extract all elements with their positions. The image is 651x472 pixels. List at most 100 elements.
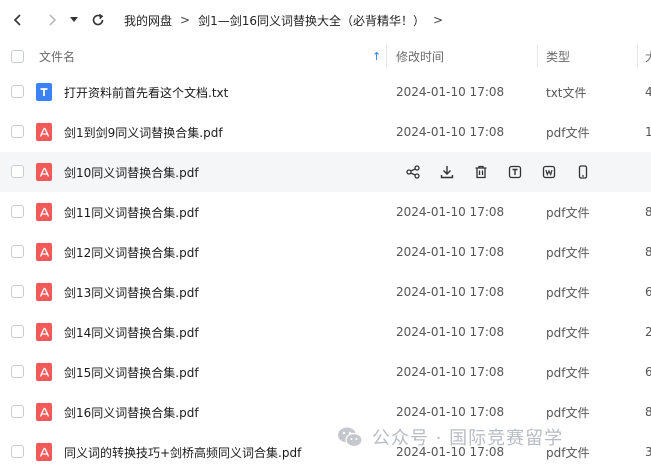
- row-checkbox[interactable]: [11, 405, 24, 418]
- file-row[interactable]: 剑12同义词替换合集.pdf 2024-01-10 17:08 pdf文件 8: [0, 232, 651, 272]
- file-type: pdf文件: [546, 325, 590, 340]
- file-modified-time: 2024-01-10 17:08: [396, 405, 505, 419]
- file-modified-time: 2024-01-10 17:08: [396, 85, 505, 99]
- column-header-modified[interactable]: 修改时间: [396, 48, 444, 65]
- file-row[interactable]: 剑14同义词替换合集.pdf 2024-01-10 17:08 pdf文件 2: [0, 312, 651, 352]
- watermark: 公众号 · 国际竞赛留学: [336, 423, 563, 451]
- delete-button[interactable]: [464, 162, 498, 182]
- file-row[interactable]: 剑10同义词替换合集.pdf: [0, 152, 651, 192]
- word-button[interactable]: [532, 162, 566, 182]
- back-button[interactable]: [6, 8, 30, 32]
- file-row[interactable]: 剑13同义词替换合集.pdf 2024-01-10 17:08 pdf文件 6: [0, 272, 651, 312]
- file-type: pdf文件: [546, 205, 590, 220]
- file-name[interactable]: 剑14同义词替换合集.pdf: [64, 324, 199, 341]
- pdf-file-icon: [36, 323, 52, 341]
- sort-ascending-icon[interactable]: ↑: [372, 50, 381, 63]
- share-button[interactable]: [396, 162, 430, 182]
- pdf-file-icon: [36, 403, 52, 421]
- refresh-icon: [92, 13, 104, 26]
- chevron-right-icon: [49, 14, 57, 26]
- breadcrumb-item[interactable]: 剑1—剑16同义词替换大全（必背精华！）: [198, 12, 425, 29]
- chevron-left-icon: [13, 14, 21, 26]
- column-header-type[interactable]: 类型: [546, 48, 570, 65]
- watermark-text: 公众号 · 国际竞赛留学: [372, 428, 564, 449]
- file-size: 8: [645, 245, 651, 259]
- file-size: 6: [645, 365, 651, 379]
- file-name[interactable]: 剑13同义词替换合集.pdf: [64, 284, 199, 301]
- file-modified-time: 2024-01-10 17:08: [396, 125, 505, 139]
- row-checkbox[interactable]: [11, 325, 24, 338]
- breadcrumb-separator-icon: >: [432, 13, 444, 27]
- file-name[interactable]: 剑15同义词替换合集.pdf: [64, 364, 199, 381]
- text-icon: [508, 165, 522, 179]
- toolbar: 我的网盘 > 剑1—剑16同义词替换大全（必背精华！） >: [0, 0, 651, 40]
- breadcrumb-separator-icon: >: [180, 13, 191, 27]
- file-type: txt文件: [546, 85, 587, 100]
- pdf-file-icon: [36, 123, 52, 141]
- file-modified-time: 2024-01-10 17:08: [396, 205, 505, 219]
- download-icon: [440, 165, 454, 179]
- pdf-file-icon: [36, 443, 52, 461]
- caret-down-icon: [70, 17, 78, 22]
- file-type: pdf文件: [546, 405, 590, 420]
- pdf-file-icon: [36, 163, 52, 181]
- file-size: 4: [645, 85, 651, 99]
- column-divider[interactable]: [386, 45, 387, 67]
- breadcrumb-item[interactable]: 我的网盘: [124, 12, 172, 29]
- file-name[interactable]: 打开资料前首先看这个文档.txt: [64, 84, 228, 101]
- row-checkbox[interactable]: [11, 445, 24, 458]
- refresh-button[interactable]: [86, 8, 110, 32]
- column-divider[interactable]: [637, 45, 638, 67]
- row-checkbox[interactable]: [11, 245, 24, 258]
- file-size: 1: [645, 125, 651, 139]
- file-modified-time: 2024-01-10 17:08: [396, 365, 505, 379]
- row-checkbox[interactable]: [11, 205, 24, 218]
- file-type: pdf文件: [546, 365, 590, 380]
- share-icon: [406, 165, 420, 179]
- mobile-button[interactable]: [566, 162, 600, 182]
- text-button[interactable]: [498, 162, 532, 182]
- pdf-file-icon: [36, 283, 52, 301]
- file-size: 8: [645, 205, 651, 219]
- row-checkbox[interactable]: [11, 165, 24, 178]
- file-modified-time: 2024-01-10 17:08: [396, 325, 505, 339]
- file-row[interactable]: 剑15同义词替换合集.pdf 2024-01-10 17:08 pdf文件 6: [0, 352, 651, 392]
- forward-button[interactable]: [40, 8, 64, 32]
- row-checkbox[interactable]: [11, 125, 24, 138]
- file-size: 3: [645, 445, 651, 459]
- download-button[interactable]: [430, 162, 464, 182]
- row-checkbox[interactable]: [11, 365, 24, 378]
- column-divider[interactable]: [537, 45, 538, 67]
- file-row[interactable]: 剑11同义词替换合集.pdf 2024-01-10 17:08 pdf文件 8: [0, 192, 651, 232]
- txt-file-icon: [36, 83, 52, 101]
- file-list-header: 文件名 ↑ 修改时间 类型 大: [0, 40, 651, 72]
- file-type: pdf文件: [546, 125, 590, 140]
- file-row[interactable]: 剑1到剑9同义词替换合集.pdf 2024-01-10 17:08 pdf文件 1: [0, 112, 651, 152]
- delete-icon: [474, 165, 488, 179]
- pdf-file-icon: [36, 243, 52, 261]
- file-name[interactable]: 剑10同义词替换合集.pdf: [64, 164, 199, 181]
- file-type: pdf文件: [546, 285, 590, 300]
- word-icon: [542, 165, 556, 179]
- file-name[interactable]: 剑16同义词替换合集.pdf: [64, 404, 199, 421]
- file-name[interactable]: 同义词的转换技巧+剑桥高频同义词合集.pdf: [64, 444, 301, 461]
- breadcrumb: 我的网盘 > 剑1—剑16同义词替换大全（必背精华！） >: [124, 12, 451, 29]
- pdf-file-icon: [36, 203, 52, 221]
- wechat-icon: [338, 427, 363, 448]
- file-modified-time: 2024-01-10 17:08: [396, 245, 505, 259]
- file-size: 6: [645, 285, 651, 299]
- column-header-name[interactable]: 文件名: [39, 48, 75, 65]
- file-name[interactable]: 剑11同义词替换合集.pdf: [64, 204, 199, 221]
- pdf-file-icon: [36, 363, 52, 381]
- mobile-icon: [576, 165, 590, 179]
- file-size: 8: [645, 405, 651, 419]
- history-dropdown[interactable]: [67, 8, 81, 32]
- select-all-checkbox[interactable]: [11, 50, 24, 63]
- row-checkbox[interactable]: [11, 85, 24, 98]
- column-header-size[interactable]: 大: [645, 48, 651, 65]
- file-name[interactable]: 剑12同义词替换合集.pdf: [64, 244, 199, 261]
- file-name[interactable]: 剑1到剑9同义词替换合集.pdf: [64, 124, 223, 141]
- file-row[interactable]: 打开资料前首先看这个文档.txt 2024-01-10 17:08 txt文件 4: [0, 72, 651, 112]
- row-checkbox[interactable]: [11, 285, 24, 298]
- file-modified-time: 2024-01-10 17:08: [396, 285, 505, 299]
